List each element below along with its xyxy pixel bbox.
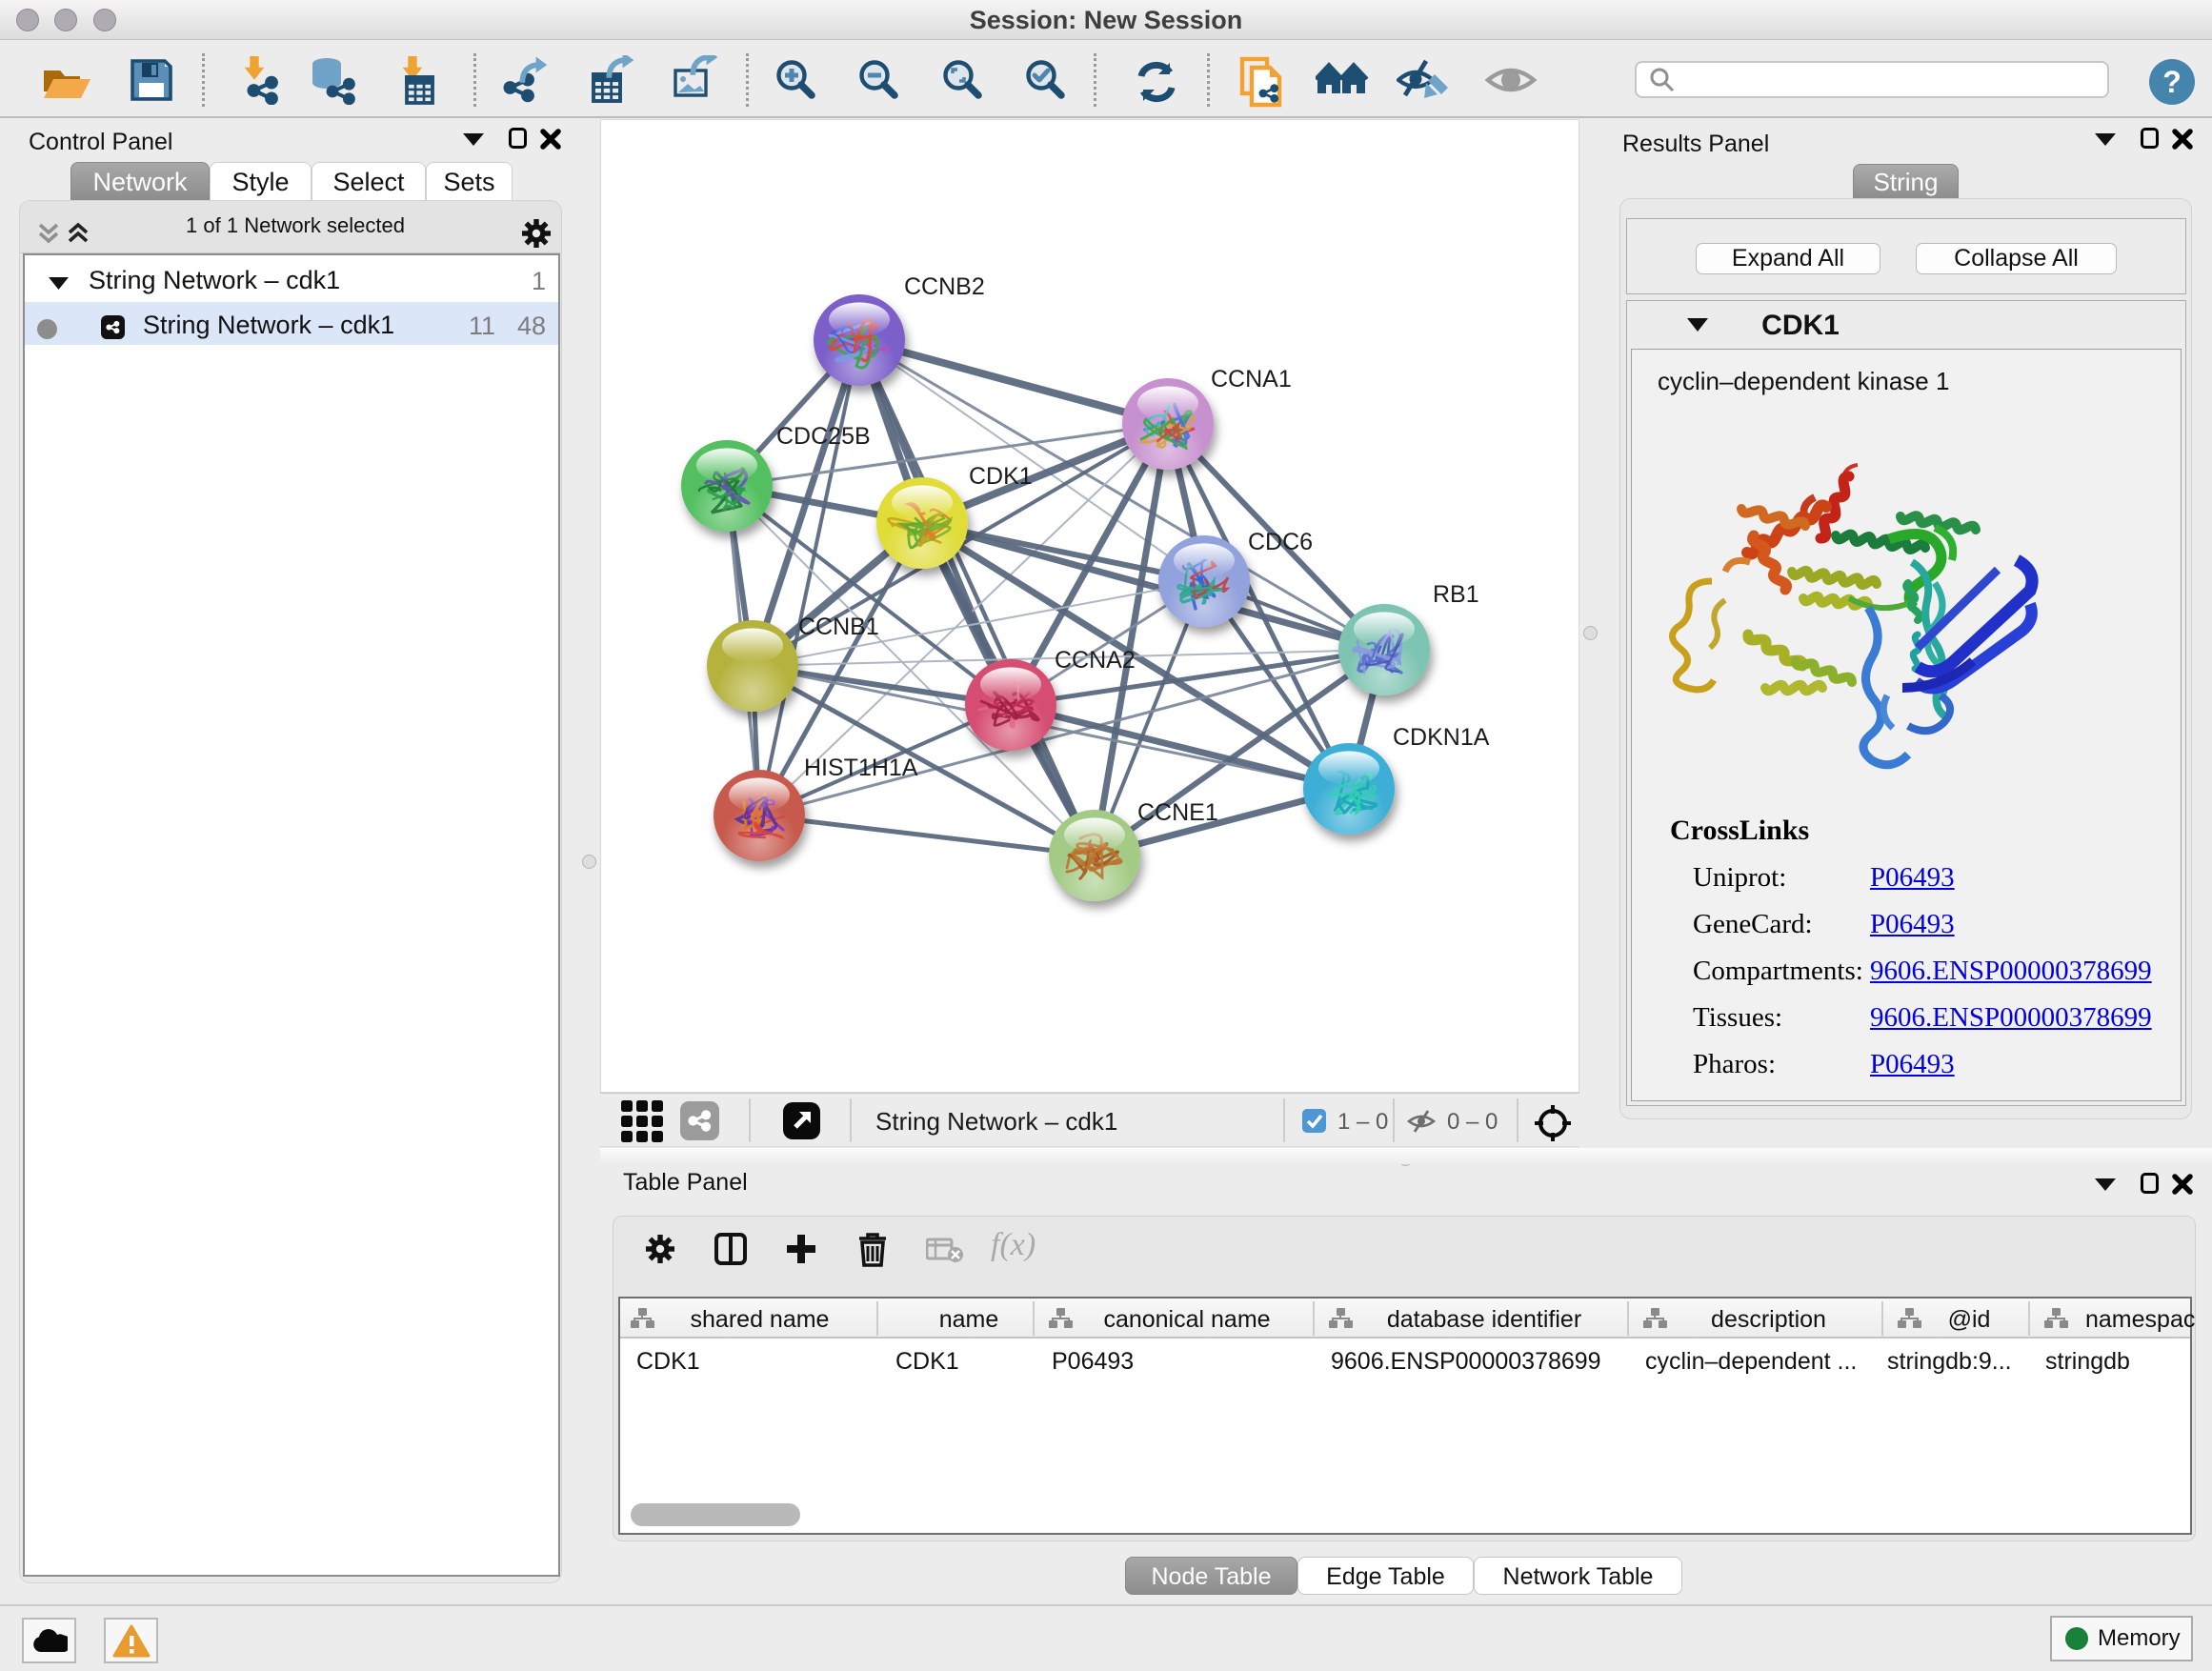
svg-text:CDC25B: CDC25B (776, 423, 871, 450)
svg-text:CDC6: CDC6 (1248, 529, 1313, 555)
svg-text:CDKN1A: CDKN1A (1393, 724, 1490, 751)
svg-text:HIST1H1A: HIST1H1A (804, 755, 918, 781)
svg-text:CCNE1: CCNE1 (1137, 799, 1218, 826)
svg-text:CDK1: CDK1 (969, 463, 1033, 490)
svg-text:CCNA2: CCNA2 (1055, 647, 1136, 674)
svg-text:CCNB1: CCNB1 (798, 614, 879, 640)
svg-text:?: ? (2162, 65, 2182, 99)
svg-text:CCNB2: CCNB2 (904, 273, 985, 300)
svg-text:CCNA1: CCNA1 (1211, 366, 1292, 393)
svg-text:RB1: RB1 (1433, 581, 1479, 608)
